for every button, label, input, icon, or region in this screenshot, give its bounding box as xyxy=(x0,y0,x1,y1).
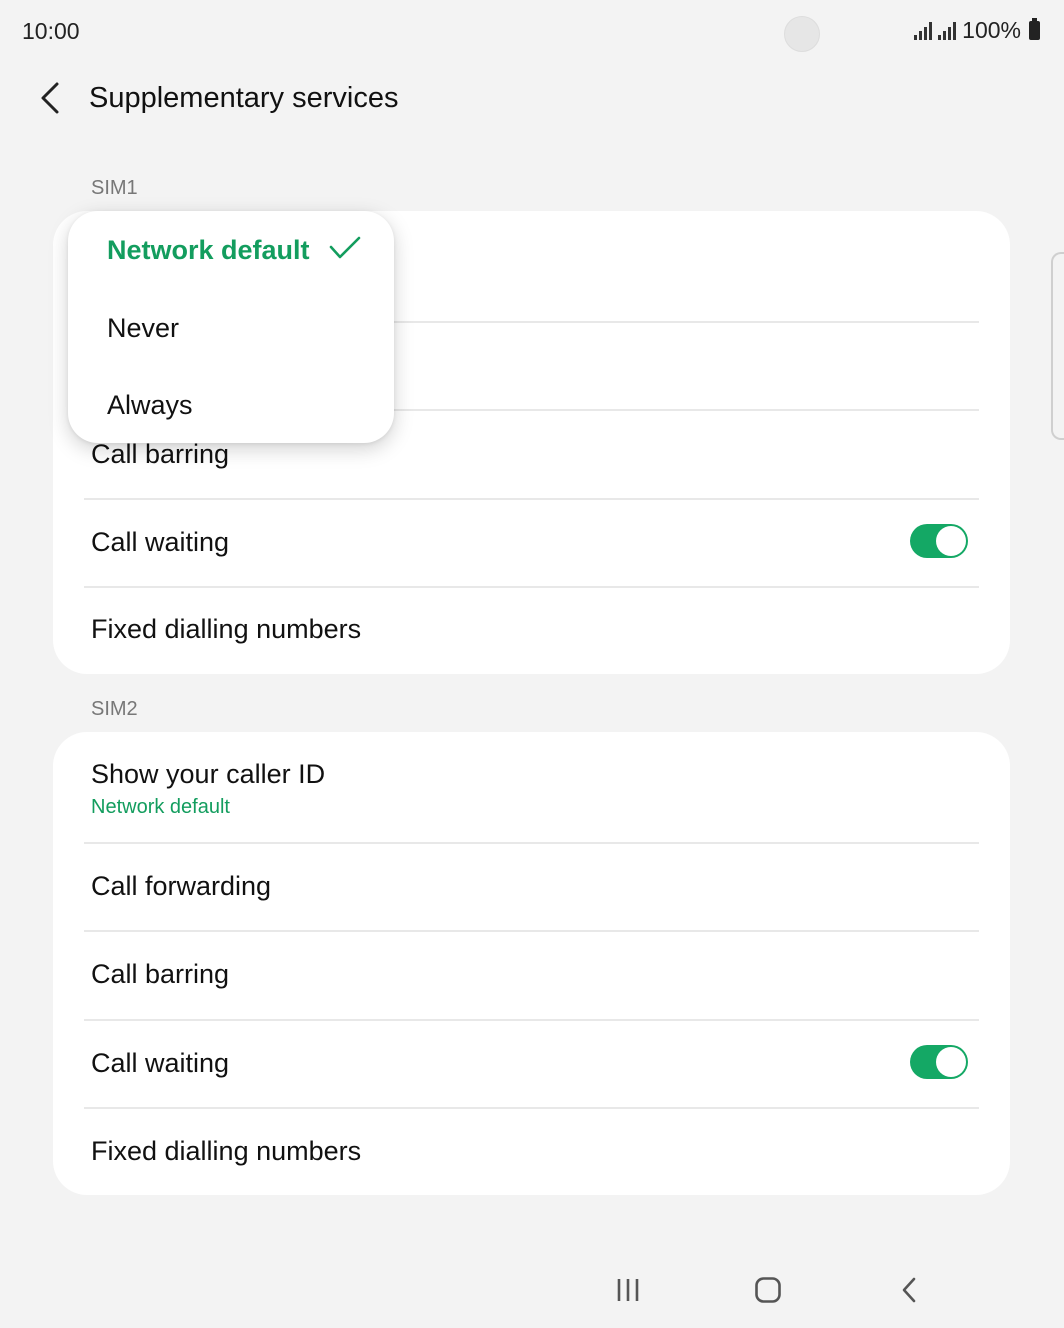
row-subtitle: Network default xyxy=(91,796,230,818)
option-never[interactable]: Never xyxy=(68,291,394,367)
battery-icon xyxy=(1029,18,1040,40)
status-icons: 100% xyxy=(914,17,1040,44)
nav-back-icon xyxy=(902,1277,916,1303)
status-time: 10:00 xyxy=(22,18,80,44)
sim2-card: Show your caller ID Network default Call… xyxy=(53,732,1010,1195)
row-title: Fixed dialling numbers xyxy=(91,614,362,644)
row-title: Call waiting xyxy=(91,1048,230,1078)
option-label: Network default xyxy=(107,235,310,265)
navigation-bar xyxy=(0,1254,1064,1328)
option-label: Always xyxy=(107,390,193,420)
recent-apps-button[interactable] xyxy=(603,1268,653,1312)
sim1-section-label: SIM1 xyxy=(91,177,138,199)
signal-icon xyxy=(938,21,957,40)
back-arrow-icon xyxy=(41,82,59,114)
row-title: Call forwarding xyxy=(91,871,272,901)
sim2-call-waiting-row[interactable]: Call waiting xyxy=(53,1020,1010,1108)
sim2-section-label: SIM2 xyxy=(91,698,138,720)
sim1-fixed-dialling-row[interactable]: Fixed dialling numbers xyxy=(53,587,1010,674)
app-header: Supplementary services xyxy=(0,66,1064,136)
row-title: Show your caller ID xyxy=(91,759,326,789)
sim2-call-barring-row[interactable]: Call barring xyxy=(53,931,1010,1019)
caller-id-options-popup: Network default Never Always xyxy=(68,211,394,443)
sim2-fixed-dialling-row[interactable]: Fixed dialling numbers xyxy=(53,1108,1010,1195)
back-button[interactable] xyxy=(30,78,70,118)
option-label: Never xyxy=(107,313,180,343)
sim2-call-waiting-toggle[interactable] xyxy=(910,1045,968,1079)
option-always[interactable]: Always xyxy=(68,368,394,444)
toggle-knob xyxy=(936,526,966,556)
check-icon xyxy=(329,236,361,259)
nav-back-button[interactable] xyxy=(884,1268,934,1312)
status-bar: 10:00 100% xyxy=(0,0,1064,66)
sim2-show-caller-id-row[interactable]: Show your caller ID Network default xyxy=(53,732,1010,843)
sim1-call-waiting-row[interactable]: Call waiting xyxy=(53,499,1010,587)
page-title: Supplementary services xyxy=(89,82,399,114)
option-network-default[interactable]: Network default xyxy=(68,213,394,289)
home-button[interactable] xyxy=(743,1268,793,1312)
toggle-knob xyxy=(936,1047,966,1077)
signal-icon xyxy=(914,21,933,40)
recent-apps-icon xyxy=(617,1279,639,1301)
row-title: Fixed dialling numbers xyxy=(91,1136,362,1166)
camera-cutout xyxy=(784,16,820,52)
sim2-call-forwarding-row[interactable]: Call forwarding xyxy=(53,843,1010,931)
battery-percent: 100% xyxy=(962,17,1021,43)
sim1-call-waiting-toggle[interactable] xyxy=(910,524,968,558)
row-title: Call barring xyxy=(91,959,230,989)
row-title: Call waiting xyxy=(91,527,230,557)
home-icon xyxy=(755,1277,781,1303)
edge-panel-handle[interactable] xyxy=(1051,252,1064,440)
